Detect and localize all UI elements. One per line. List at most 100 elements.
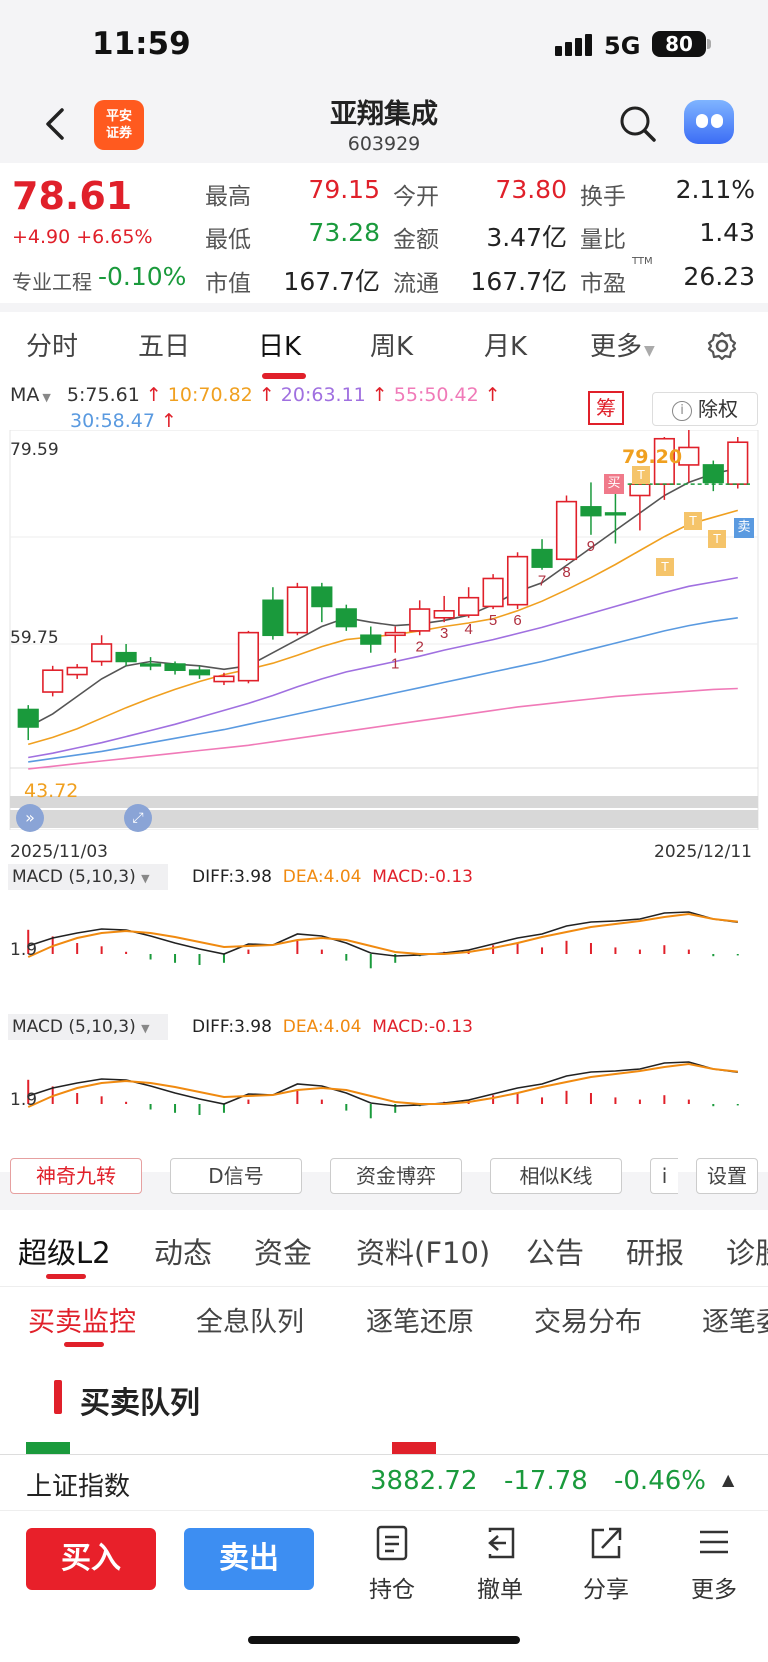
candle[interactable] (286, 582, 308, 636)
subtab-tick-orders[interactable]: 逐笔委托 (702, 1300, 768, 1339)
tool-d-signal[interactable]: D信号 (170, 1158, 302, 1194)
tool-nine-turn[interactable]: 神奇九转 (10, 1158, 142, 1194)
candle[interactable] (629, 478, 651, 531)
tab-f10[interactable]: 资料(F10) (356, 1230, 490, 1272)
quote-label-mktcap: 市值 (205, 271, 251, 297)
tab-research[interactable]: 研报 (626, 1230, 684, 1272)
subtab-trade-monitor[interactable]: 买卖监控 (28, 1300, 136, 1339)
cancel-order-label: 撤单 (477, 1577, 523, 1603)
quote-value-float: 167.7亿 (470, 267, 567, 296)
candle[interactable] (188, 665, 211, 679)
tab-super-l2[interactable]: 超级L2 (18, 1230, 111, 1272)
tab-more[interactable]: 更多 ▼ (590, 326, 655, 363)
tab-five-day[interactable]: 五日 (138, 326, 190, 363)
buy-marker[interactable]: 买 (604, 474, 624, 494)
quote-value-pe: 26.23 (683, 262, 755, 291)
subtab-trade-distribution[interactable]: 交易分布 (534, 1300, 642, 1339)
candle[interactable] (115, 643, 137, 666)
candle[interactable] (727, 436, 749, 489)
tool-similar-k[interactable]: 相似K线 (490, 1158, 622, 1194)
tab-announcements[interactable]: 公告 (526, 1230, 584, 1272)
candle[interactable] (506, 552, 529, 610)
candle[interactable] (360, 626, 382, 653)
ex-rights-button[interactable]: i 除权 (652, 392, 758, 426)
tool-more[interactable]: i (650, 1158, 678, 1194)
candle[interactable] (213, 672, 235, 686)
chevron-up-icon[interactable]: ▲ (722, 1470, 734, 1489)
sell-marker[interactable]: 卖 (734, 518, 754, 538)
macd-chart-1[interactable] (0, 892, 768, 1002)
share-button[interactable]: 分享 (566, 1524, 646, 1604)
t-marker[interactable]: T (708, 530, 726, 548)
fullscreen-icon[interactable]: ⤢ (124, 804, 152, 832)
low-label: 43.72 (24, 780, 79, 802)
candle[interactable] (66, 664, 88, 679)
candle[interactable] (702, 460, 724, 492)
candle[interactable] (91, 635, 113, 666)
macd-chart-2[interactable] (0, 1042, 768, 1152)
chevron-down-icon: ▼ (42, 391, 51, 404)
candle[interactable] (555, 495, 578, 562)
sector-change[interactable]: -0.10% (98, 262, 186, 291)
high-label: 79.20 (622, 446, 683, 468)
candle[interactable] (531, 539, 553, 570)
subtab-full-queue[interactable]: 全息队列 (196, 1300, 304, 1339)
quote-value-amount: 3.47亿 (486, 223, 567, 252)
ma-label: MA (10, 384, 40, 406)
quote-value-mktcap: 167.7亿 (283, 267, 380, 296)
candle[interactable] (262, 587, 284, 640)
count-label: 4 (464, 621, 472, 638)
ma-legend-row2: 30:58.47 ↑ (70, 410, 177, 432)
candle[interactable] (409, 600, 431, 636)
t-marker[interactable]: T (632, 466, 650, 484)
chevron-down-icon: ▼ (644, 343, 655, 359)
tab-diagnosis[interactable]: 诊股 (726, 1230, 768, 1272)
quote-value-open: 73.80 (495, 175, 567, 204)
candle[interactable] (335, 604, 357, 631)
candle[interactable] (164, 661, 186, 675)
current-price: 78.61 (12, 174, 133, 218)
candle[interactable] (42, 665, 64, 697)
candle[interactable] (139, 657, 162, 671)
expand-left-icon[interactable]: » (16, 804, 44, 832)
candle[interactable] (311, 582, 333, 623)
candle[interactable] (458, 587, 480, 618)
macd-selector[interactable]: MACD (5,10,3) ▼ (8, 1014, 168, 1040)
candle[interactable] (482, 574, 504, 610)
cancel-order-icon (488, 1527, 515, 1559)
positions-button[interactable]: 持仓 (352, 1524, 432, 1604)
index-pct: -0.46% (614, 1466, 706, 1496)
count-label: 2 (416, 638, 424, 655)
candle[interactable] (17, 705, 39, 741)
t-marker[interactable]: T (656, 558, 674, 576)
chip-distribution-button[interactable]: 筹 (588, 391, 624, 425)
tab-weekly-k[interactable]: 周K (370, 326, 413, 363)
share-icon (591, 1527, 622, 1559)
search-icon[interactable] (618, 104, 658, 148)
kline-chart[interactable]: 123 45 6 789 (0, 430, 768, 830)
t-marker[interactable]: T (684, 512, 702, 530)
candle[interactable] (384, 626, 406, 653)
candle[interactable] (433, 595, 455, 623)
y-tick-high: 79.59 (10, 440, 59, 460)
tab-dynamics[interactable]: 动态 (154, 1230, 212, 1272)
tab-monthly-k[interactable]: 月K (484, 326, 527, 363)
assistant-robot-icon[interactable] (684, 100, 734, 144)
tab-daily-k[interactable]: 日K (258, 326, 301, 363)
ma-legend[interactable]: MA ▼ 5:75.61 ↑ 10:70.82 ↑ 20:63.11 ↑ 55:5… (10, 384, 501, 406)
sell-button[interactable]: 卖出 (184, 1528, 314, 1590)
macd-selector[interactable]: MACD (5,10,3) ▼ (8, 864, 168, 890)
buy-button[interactable]: 买入 (26, 1528, 156, 1590)
diff-value: DIFF:3.98 (192, 1017, 272, 1037)
more-button[interactable]: 更多 (674, 1524, 754, 1604)
tab-intraday[interactable]: 分时 (26, 326, 78, 363)
candle[interactable] (580, 482, 602, 535)
candle[interactable] (237, 630, 260, 684)
subtab-tick-restore[interactable]: 逐笔还原 (366, 1300, 474, 1339)
sector-label[interactable]: 专业工程 (12, 266, 92, 295)
tab-funds[interactable]: 资金 (254, 1230, 312, 1272)
cancel-order-button[interactable]: 撤单 (460, 1524, 540, 1604)
tool-settings[interactable]: 设置 (696, 1158, 758, 1194)
tool-fund-game[interactable]: 资金博弈 (330, 1158, 462, 1194)
gear-icon[interactable] (706, 330, 738, 366)
